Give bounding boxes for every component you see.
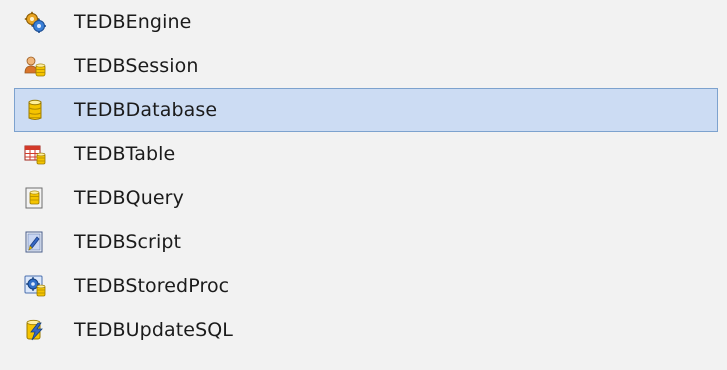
component-label: TEDBScript	[74, 231, 182, 253]
component-item-tedbstoredproc[interactable]: TEDBStoredProc	[14, 264, 718, 308]
component-label: TEDBSession	[74, 55, 199, 77]
database-cylinder-icon	[24, 99, 46, 121]
component-palette: TEDBEngine TEDBSession TEDBDatabase TEDB…	[0, 0, 727, 370]
component-item-tedbupdatesql[interactable]: TEDBUpdateSQL	[14, 308, 718, 352]
stored-proc-gear-icon	[24, 275, 46, 297]
component-label: TEDBEngine	[74, 11, 192, 33]
component-label: TEDBQuery	[74, 187, 184, 209]
table-grid-icon	[24, 143, 46, 165]
component-label: TEDBUpdateSQL	[74, 319, 233, 341]
component-label: TEDBDatabase	[74, 99, 218, 121]
update-sql-lightning-icon	[24, 319, 46, 341]
component-label: TEDBTable	[74, 143, 176, 165]
component-label: TEDBStoredProc	[74, 275, 230, 297]
component-list: TEDBEngine TEDBSession TEDBDatabase TEDB…	[14, 0, 718, 352]
component-item-tedbdatabase[interactable]: TEDBDatabase	[14, 88, 718, 132]
component-item-tedbquery[interactable]: TEDBQuery	[14, 176, 718, 220]
session-users-icon	[24, 55, 46, 77]
component-item-tedbtable[interactable]: TEDBTable	[14, 132, 718, 176]
component-item-tedbsession[interactable]: TEDBSession	[14, 44, 718, 88]
component-item-tedbengine[interactable]: TEDBEngine	[14, 0, 718, 44]
component-item-tedbscript[interactable]: TEDBScript	[14, 220, 718, 264]
script-document-icon	[24, 231, 46, 253]
query-document-icon	[24, 187, 46, 209]
engine-gears-icon	[24, 11, 46, 33]
